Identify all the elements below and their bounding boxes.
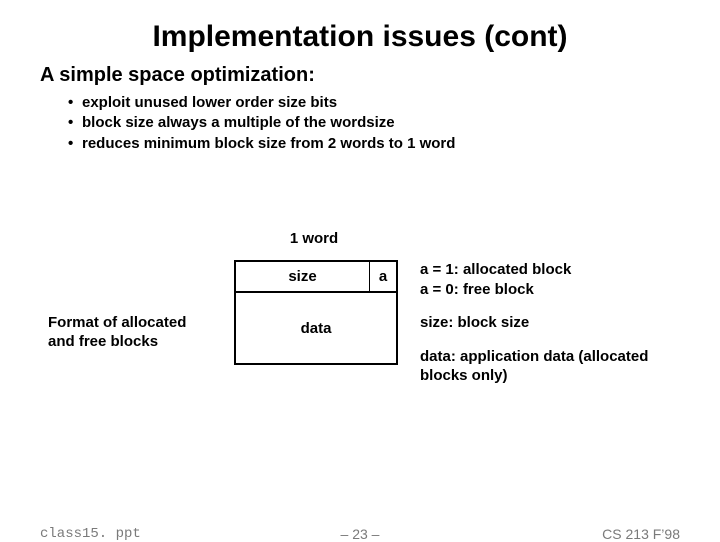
bullet-item: exploit unused lower order size bits <box>68 93 680 113</box>
block-header-row: size a <box>236 262 396 293</box>
bullet-list: exploit unused lower order size bits blo… <box>68 93 680 154</box>
subheading: A simple space optimization: <box>40 64 680 87</box>
block-format-box: size a data <box>234 260 398 365</box>
legend-a0: a = 0: free block <box>420 280 680 300</box>
legend-size: size: block size <box>420 313 680 333</box>
legend: a = 1: allocated block a = 0: free block… <box>420 260 680 400</box>
data-cell: data <box>236 293 396 363</box>
word-width-label: 1 word <box>234 230 394 247</box>
slide-title: Implementation issues (cont) <box>40 20 680 54</box>
legend-data: data: application data (allocated blocks… <box>420 347 680 386</box>
slide: Implementation issues (cont) A simple sp… <box>0 0 720 540</box>
bullet-item: reduces minimum block size from 2 words … <box>68 134 680 154</box>
legend-a1: a = 1: allocated block <box>420 260 680 280</box>
size-cell: size <box>236 262 370 291</box>
bullet-item: block size always a multiple of the word… <box>68 113 680 133</box>
legend-a: a = 1: allocated block a = 0: free block <box>420 260 680 299</box>
a-cell: a <box>370 262 396 291</box>
block-format-caption: Format of allocated and free blocks <box>48 314 208 352</box>
